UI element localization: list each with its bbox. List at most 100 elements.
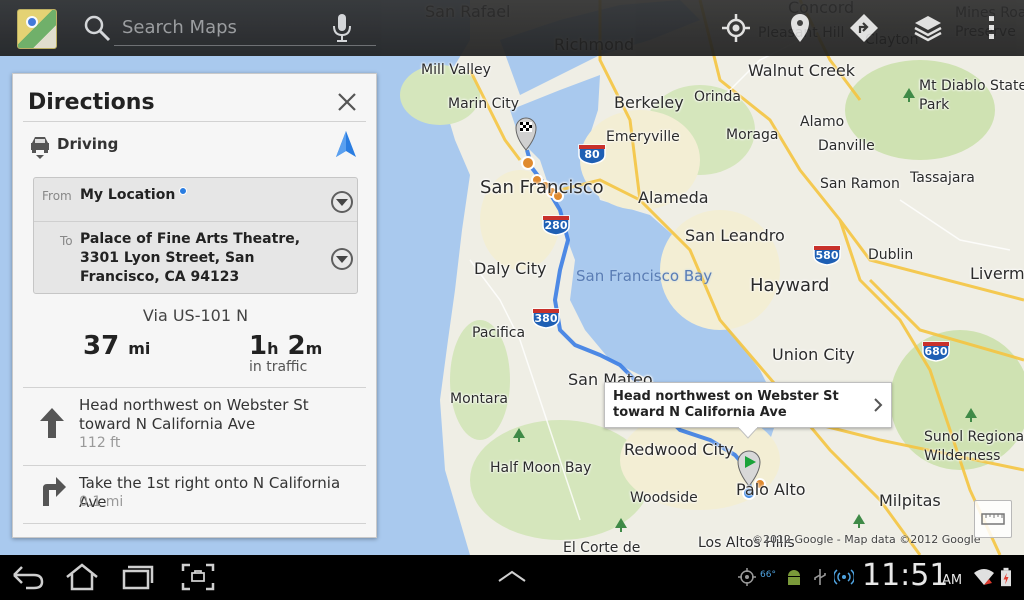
- place-label: Emeryville: [606, 129, 680, 145]
- places-pin-icon[interactable]: [784, 12, 816, 44]
- place-label: Mt Diablo State Park: [919, 78, 1024, 113]
- step-callout[interactable]: Head northwest on Webster St toward N Ca…: [604, 382, 892, 428]
- chevron-right-icon: [874, 398, 883, 412]
- step-distance: 112 ft: [79, 435, 121, 451]
- place-label: Sunol Regional Wilderness: [924, 429, 1024, 464]
- android-debug-icon: [788, 570, 800, 585]
- direction-step[interactable]: Take the 1st right onto N California Ave…: [23, 466, 368, 524]
- my-location-icon[interactable]: [720, 12, 752, 44]
- back-icon[interactable]: [10, 561, 46, 593]
- layers-icon[interactable]: [912, 12, 944, 44]
- interstate-shield-icon: 380: [531, 307, 561, 329]
- route-endpoints: From My Location To Palace of Fine Arts …: [33, 177, 358, 294]
- place-label: Berkeley: [614, 93, 684, 112]
- divider: [23, 121, 366, 122]
- car-icon: [31, 137, 49, 159]
- shield-number: 580: [815, 249, 839, 262]
- navigation-arrow-icon[interactable]: [334, 129, 358, 159]
- usb-icon: [814, 569, 826, 585]
- screenshot-icon[interactable]: [180, 561, 216, 593]
- park-tree-icon: [853, 514, 865, 528]
- route-distance: 37 mi: [83, 331, 151, 361]
- park-tree-icon: [903, 88, 915, 102]
- system-bar: 66° 11:51 AM: [0, 555, 1024, 600]
- interstate-shield-icon: 680: [921, 340, 951, 362]
- directions-icon[interactable]: [848, 12, 880, 44]
- place-label: Dublin: [868, 247, 914, 263]
- route-via: Via US-101 N: [142, 306, 249, 325]
- action-bar: [0, 0, 1024, 56]
- place-label: Montara: [450, 391, 508, 407]
- to-label: To: [60, 234, 73, 248]
- clock-ampm: AM: [942, 573, 963, 588]
- from-field[interactable]: From My Location: [34, 178, 357, 222]
- clock-time: 11:51: [862, 558, 949, 593]
- place-label: Danville: [818, 138, 875, 154]
- maps-logo-icon[interactable]: [17, 9, 57, 49]
- place-label: San Francisco: [480, 177, 604, 198]
- shield-number: 80: [584, 148, 600, 161]
- battery-icon: [1001, 567, 1011, 587]
- wifi-icon: [974, 569, 994, 585]
- interstate-shield-icon: 580: [812, 244, 842, 266]
- microphone-icon[interactable]: [330, 12, 354, 44]
- chevron-up-icon[interactable]: [494, 561, 530, 593]
- place-label: San Leandro: [685, 226, 785, 245]
- place-label: Marin City: [448, 96, 520, 112]
- straight-arrow-icon: [40, 408, 64, 438]
- place-label: Alameda: [638, 188, 709, 207]
- panel-title: Directions: [28, 90, 155, 115]
- route-duration: 1h 2m: [249, 331, 323, 361]
- overflow-menu-icon[interactable]: [976, 12, 1006, 44]
- to-value: Palace of Fine Arts Theatre, 3301 Lyon S…: [80, 231, 301, 285]
- close-icon[interactable]: [335, 90, 359, 114]
- from-dropdown-icon[interactable]: [330, 190, 354, 214]
- place-label: Palo Alto: [736, 480, 806, 499]
- place-label: Redwood City: [624, 440, 734, 459]
- place-label: Mill Valley: [421, 62, 491, 78]
- place-label: Milpitas: [879, 491, 941, 510]
- recent-apps-icon[interactable]: [120, 561, 156, 593]
- place-label: Union City: [772, 345, 855, 364]
- water-label: San Francisco Bay: [576, 267, 713, 285]
- place-label: Liverm: [970, 264, 1024, 283]
- place-label: Moraga: [726, 127, 779, 143]
- place-label: Alamo: [800, 114, 845, 130]
- place-label: Daly City: [474, 259, 547, 278]
- hotspot-icon: [834, 569, 854, 585]
- shield-number: 380: [534, 312, 558, 325]
- temperature: 66°: [760, 570, 776, 580]
- place-label: Orinda: [694, 89, 742, 105]
- place-label: Woodside: [630, 490, 698, 506]
- step-instruction: Head northwest on Webster St toward N Ca…: [79, 396, 309, 433]
- place-label: Tassajara: [910, 170, 975, 186]
- interstate-shield-icon: 280: [541, 214, 571, 236]
- direction-step[interactable]: Head northwest on Webster St toward N Ca…: [23, 388, 368, 465]
- home-icon[interactable]: [64, 561, 100, 593]
- to-field[interactable]: To Palace of Fine Arts Theatre, 3301 Lyo…: [34, 222, 357, 295]
- gps-icon: [738, 568, 756, 586]
- shield-number: 680: [924, 345, 948, 358]
- callout-text: Head northwest on Webster St toward N Ca…: [613, 389, 839, 420]
- ruler-icon: [981, 513, 1005, 525]
- interstate-shield-icon: 80: [577, 143, 607, 165]
- travel-mode-label[interactable]: Driving: [57, 135, 118, 153]
- place-label: Walnut Creek: [748, 61, 856, 80]
- park-tree-icon: [513, 428, 525, 442]
- map-copyright: ©2012 Google - Map data ©2012 Google: [752, 533, 981, 546]
- step-distance: 0.1 mi: [79, 494, 124, 510]
- place-label: Hayward: [750, 275, 830, 296]
- shield-number: 280: [544, 219, 568, 232]
- from-label: From: [42, 189, 72, 203]
- traffic-note: in traffic: [249, 359, 308, 375]
- search-icon[interactable]: [82, 13, 112, 43]
- to-dropdown-icon[interactable]: [330, 247, 354, 271]
- park-tree-icon: [615, 518, 627, 532]
- scale-ruler-button[interactable]: [974, 500, 1012, 538]
- park-tree-icon: [965, 408, 977, 422]
- directions-panel: Directions Driving From My Location To P…: [12, 73, 377, 538]
- place-label: San Ramon: [820, 176, 900, 192]
- place-label: El Corte de Madera: [563, 540, 641, 555]
- place-label: Pacifica: [472, 325, 526, 341]
- callout-tail: [738, 427, 758, 439]
